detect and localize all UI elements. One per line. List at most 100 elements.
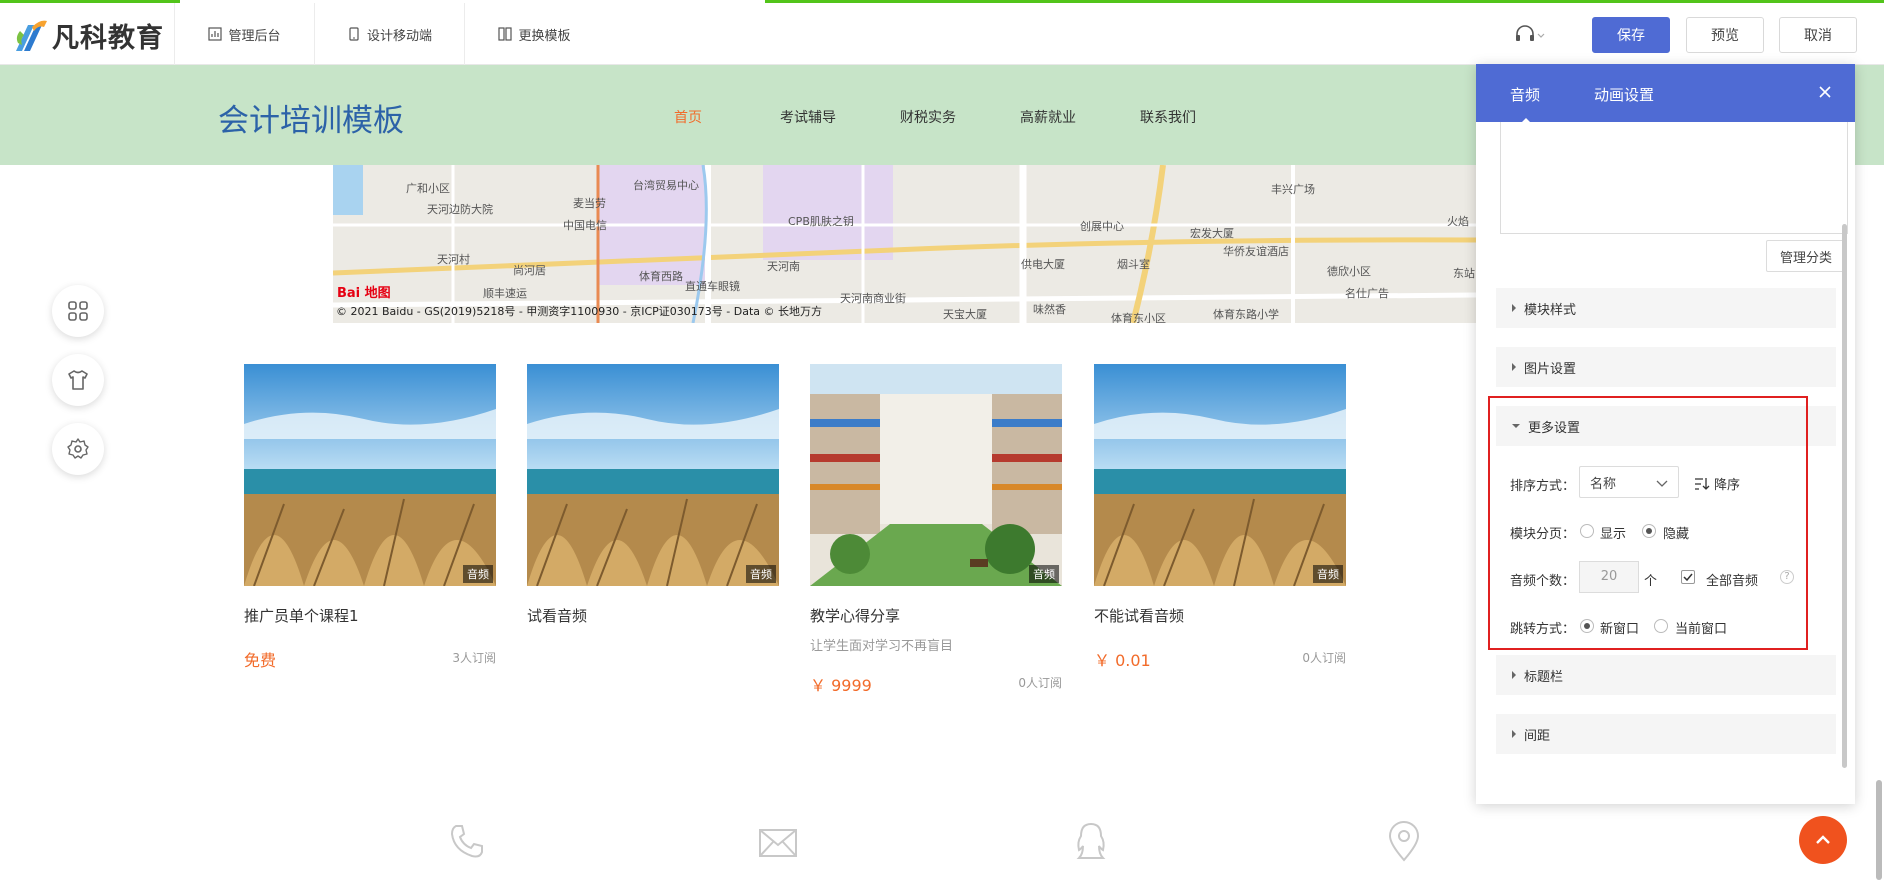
page-scrollbar[interactable] [1876,780,1882,880]
map-label: 创展中心 [1080,220,1124,233]
location-icon[interactable] [1382,820,1426,864]
jump-label: 跳转方式： [1510,622,1576,637]
card-title[interactable]: 不能试看音频 [1094,605,1346,626]
section-label: 更多设置 [1528,420,1581,436]
apps-button[interactable] [52,285,104,337]
manage-category-button[interactable]: 管理分类 [1766,240,1846,272]
card-image-atrium[interactable]: 音频 [810,364,1062,586]
site-title[interactable]: 会计培训模板 [218,95,404,140]
card-subtitle: 让学生面对学习不再盲目 [810,639,954,654]
audio-badge: 音频 [746,565,776,583]
map-label: 味然香 [1033,303,1066,316]
card-image-beach[interactable]: 音频 [244,364,496,586]
map-label: 供电大厦 [1021,258,1065,271]
paging-hide-label[interactable]: 隐藏 [1663,523,1689,542]
map-label: 广和小区 [406,182,450,195]
tab-animation[interactable]: 动画设置 [1594,84,1654,105]
card-subscribers: 3人订阅 [452,651,496,665]
nav-contact[interactable]: 联系我们 [1140,107,1196,127]
sort-select[interactable]: 名称 [1579,466,1679,498]
brand-logo[interactable]: 凡科教育 [14,17,164,54]
mobile-icon [349,27,359,41]
nav-home[interactable]: 首页 [674,107,702,127]
tool-mobile-label: 设计移动端 [366,28,432,44]
card-title[interactable]: 推广员单个课程1 [244,605,496,626]
map-label: 烟斗室 [1117,258,1150,271]
cancel-button[interactable]: 取消 [1779,17,1857,53]
all-audio-checkbox[interactable] [1681,570,1695,584]
paging-show-radio[interactable] [1580,524,1594,538]
course-card[interactable]: 音频 不能试看音频 ￥ 0.01 0人订阅 [1094,364,1346,670]
card-image-beach[interactable]: 音频 [1094,364,1346,586]
jump-current-window-label[interactable]: 当前窗口 [1675,618,1727,637]
support-menu[interactable] [1514,25,1550,45]
map-label: 尚河居 [513,264,546,277]
caret-right-icon [1512,671,1516,679]
help-icon[interactable]: ? [1780,570,1794,584]
logo-mark-icon [16,20,47,51]
chevron-down-icon [1656,480,1668,487]
map-label: 中国电信 [563,219,607,232]
section-label: 标题栏 [1524,669,1564,685]
settings-button[interactable] [52,423,104,475]
map-label: 体育东小区 [1111,312,1166,323]
count-unit: 个 [1644,574,1658,589]
phone-icon[interactable] [444,820,488,864]
card-subscribers: 0人订阅 [1018,676,1062,690]
tab-audio[interactable]: 音频 [1510,84,1540,123]
jump-new-window-radio[interactable] [1580,619,1594,633]
section-more-settings[interactable]: 更多设置 [1496,406,1836,446]
nav-jobs[interactable]: 高薪就业 [1020,107,1076,127]
map-label: 体育西路 [639,270,683,283]
card-title[interactable]: 试看音频 [527,605,779,626]
course-card[interactable]: 音频 推广员单个课程1 免费 3人订阅 [244,364,496,670]
nav-tax[interactable]: 财税实务 [900,107,956,127]
map-label: 台湾贸易中心 [633,179,699,192]
audio-count-input[interactable]: 20 [1579,561,1639,593]
all-audio-label[interactable]: 全部音频 [1706,570,1758,589]
chevron-down-icon [1537,33,1545,38]
tool-mobile[interactable]: 设计移动端 [314,3,464,65]
course-card[interactable]: 音频 试看音频 [527,364,779,626]
jump-new-window-label[interactable]: 新窗口 [1600,618,1639,637]
sort-order-label: 降序 [1714,478,1741,493]
jump-current-window-radio[interactable] [1654,619,1668,633]
section-image-settings[interactable]: 图片设置 [1496,347,1836,387]
check-icon [1683,573,1693,582]
mail-icon[interactable] [756,820,800,864]
tool-admin[interactable]: 管理后台 [174,3,314,65]
map-label: 火焰 [1447,215,1469,228]
map-label: 名仕广告 [1345,287,1389,300]
course-card[interactable]: 音频 教学心得分享 让学生面对学习不再盲目 ￥ 9999 0人订阅 [810,364,1062,695]
baidu-map[interactable]: 广和小区 天河边防大院 麦当劳 台湾贸易中心 中国电信 CPB肌肤之钥 天河村 … [333,165,1476,323]
section-module-style[interactable]: 模块样式 [1496,288,1836,328]
audio-list-box[interactable] [1500,122,1848,234]
panel-scrollbar[interactable] [1842,224,1847,768]
map-label: 体育东路小学 [1213,308,1279,321]
caret-right-icon [1512,363,1516,371]
map-label: 宏发大厦 [1190,227,1234,240]
sort-order-toggle[interactable]: 降序 [1694,474,1740,493]
close-icon[interactable] [1815,82,1835,102]
card-image-beach[interactable]: 音频 [527,364,779,586]
card-price: ￥ 9999 [810,676,872,695]
nav-exam[interactable]: 考试辅导 [780,107,836,127]
card-title[interactable]: 教学心得分享 [810,605,1062,626]
chevron-up-icon [1816,835,1830,844]
section-spacing[interactable]: 间距 [1496,714,1836,754]
theme-button[interactable] [52,354,104,406]
count-label: 音频个数： [1510,574,1576,589]
map-label: 天河南 [767,260,800,273]
section-label: 间距 [1524,728,1551,744]
logo-text: 凡科教育 [52,22,164,54]
paging-hide-radio[interactable] [1642,524,1656,538]
qq-icon[interactable] [1069,820,1113,864]
map-label: 顺丰速运 [483,287,527,300]
preview-button[interactable]: 预览 [1686,17,1764,53]
paging-show-label[interactable]: 显示 [1600,523,1626,542]
map-label: 丰兴广场 [1271,183,1315,196]
tool-template[interactable]: 更换模板 [464,3,604,65]
scroll-to-top-button[interactable] [1799,816,1847,864]
save-button[interactable]: 保存 [1592,17,1670,53]
section-title-bar[interactable]: 标题栏 [1496,655,1836,695]
